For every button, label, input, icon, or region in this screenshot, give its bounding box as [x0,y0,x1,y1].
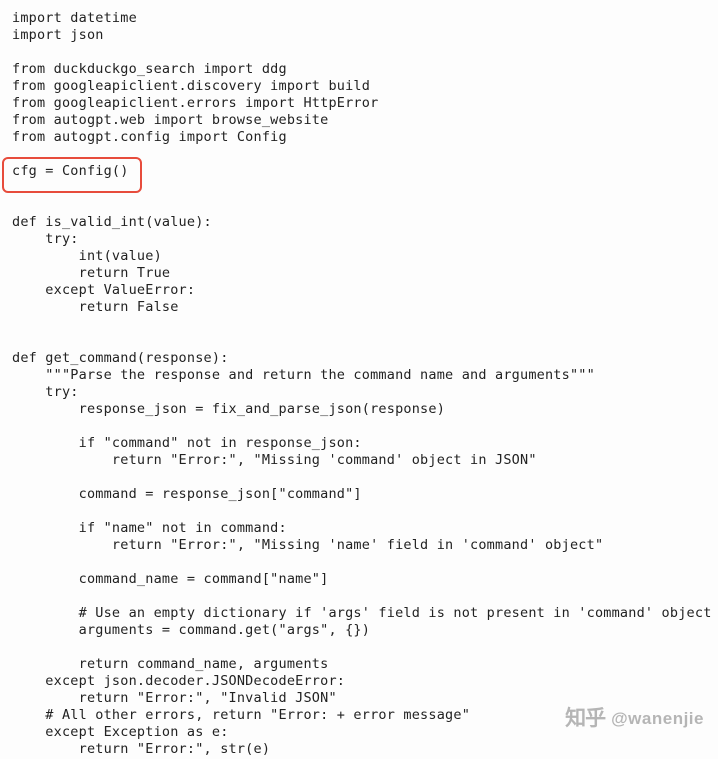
code-line: from googleapiclient.errors import HttpE… [12,95,378,111]
watermark-handle: @wanenjie [611,710,704,727]
code-line: command_name = command["name"] [12,571,328,587]
code-line: # All other errors, return "Error: + err… [12,707,470,723]
code-line: response_json = fix_and_parse_json(respo… [12,401,445,417]
code-line: def get_command(response): [12,350,229,366]
code-line: except Exception as e: [12,724,229,740]
code-line: return True [12,265,170,281]
code-line: except ValueError: [12,282,195,298]
code-block: import datetime import json from duckduc… [12,10,706,758]
code-line: return "Error:", "Missing 'command' obje… [12,452,537,468]
code-line: import json [12,27,104,43]
code-line: cfg = Config() [12,163,129,179]
code-line: arguments = command.get("args", {}) [12,622,370,638]
code-line: if "command" not in response_json: [12,435,362,451]
code-line: return False [12,299,179,315]
zhihu-logo-icon: 知乎 [565,710,605,727]
code-line: from googleapiclient.discovery import bu… [12,78,370,94]
watermark: 知乎 @wanenjie [565,710,704,727]
code-line: return command_name, arguments [12,656,328,672]
code-line: return "Error:", "Invalid JSON" [12,690,337,706]
code-line: # Use an empty dictionary if 'args' fiel… [12,605,712,621]
code-line: return "Error:", str(e) [12,741,270,757]
code-line: command = response_json["command"] [12,486,362,502]
code-line: try: [12,384,79,400]
code-line: from autogpt.config import Config [12,129,287,145]
code-line: def is_valid_int(value): [12,214,212,230]
code-line: from duckduckgo_search import ddg [12,61,287,77]
code-line: from autogpt.web import browse_website [12,112,328,128]
code-line: if "name" not in command: [12,520,287,536]
code-line: int(value) [12,248,162,264]
code-line: except json.decoder.JSONDecodeError: [12,673,345,689]
code-line: try: [12,231,79,247]
code-line: """Parse the response and return the com… [12,367,595,383]
code-line: import datetime [12,10,137,26]
code-line: return "Error:", "Missing 'name' field i… [12,537,603,553]
